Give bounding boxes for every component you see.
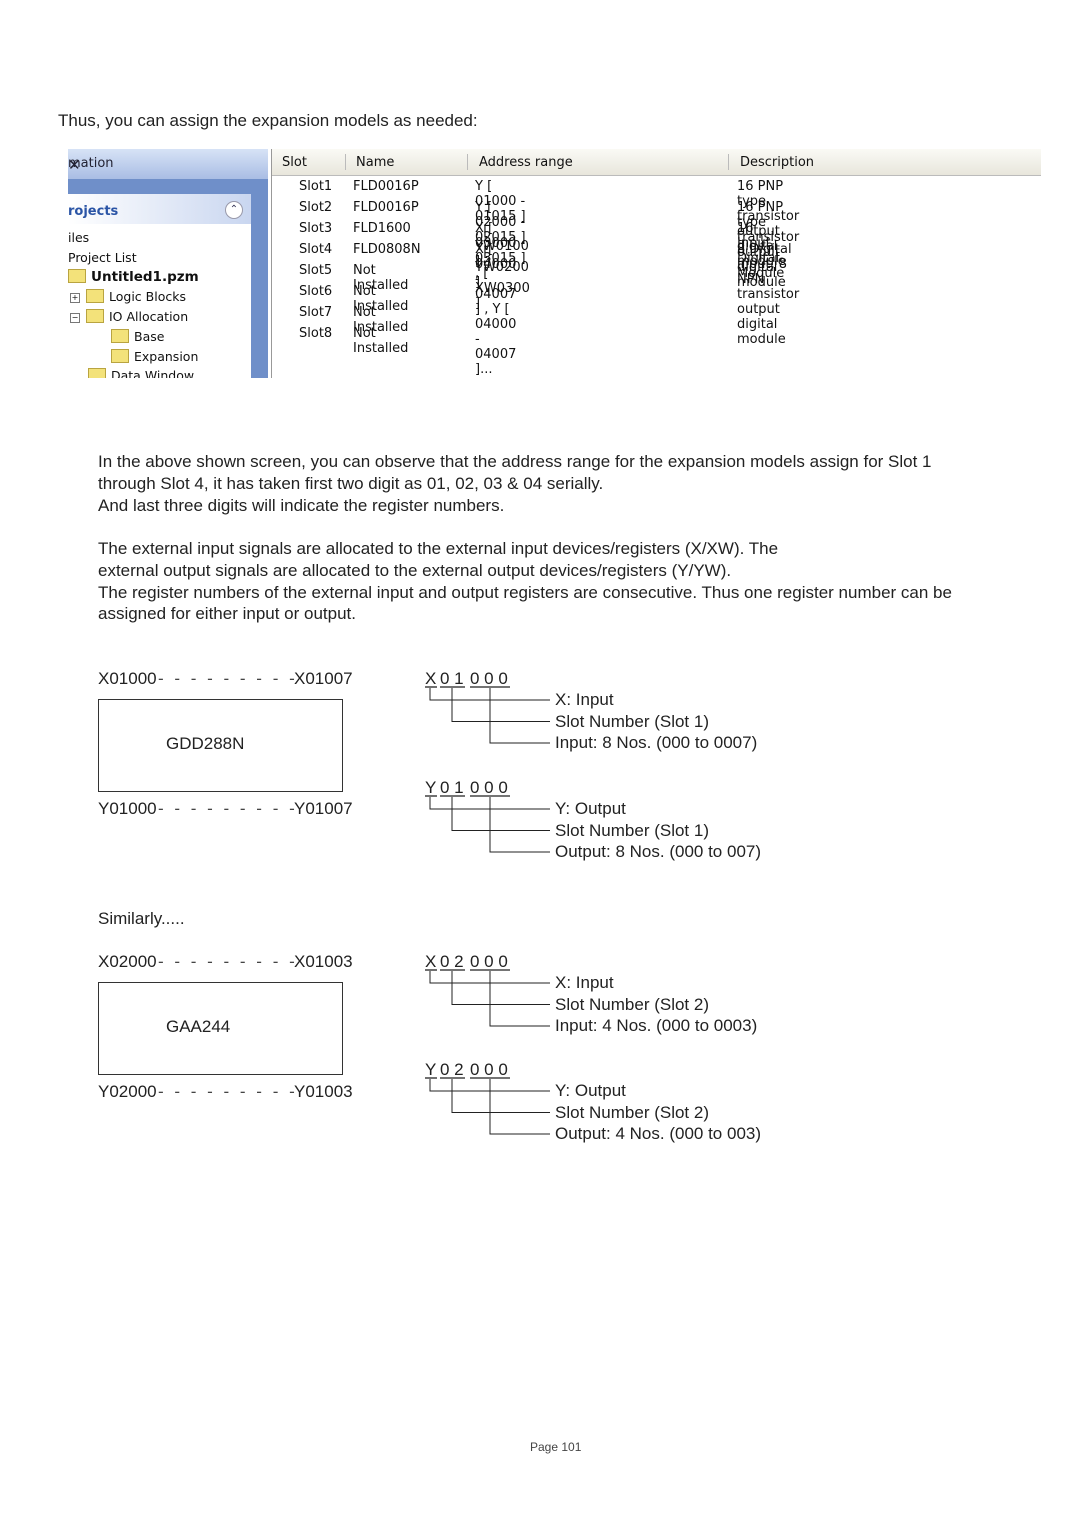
paragraph: The register numbers of the external inp…	[98, 583, 952, 602]
code-label: Input: 4 Nos. (000 to 0003)	[555, 1016, 758, 1035]
code-label: X: Input	[555, 973, 614, 992]
code-label: Slot Number (Slot 1)	[555, 711, 709, 731]
column-name[interactable]: Name	[356, 155, 394, 170]
open-folder-icon	[111, 349, 129, 363]
name-cell: FLD0016P	[353, 179, 419, 194]
code-segment: 0 0 0	[470, 1060, 508, 1079]
expand-icon[interactable]: +	[70, 293, 80, 303]
slot-table: Slot Name Address range Description Slot…	[271, 149, 1041, 378]
top-right-address: X01003	[294, 952, 353, 971]
code-label: Output: 4 Nos. (000 to 003)	[555, 1124, 762, 1143]
address-cell: X [ 04000 - 04007 ] , Y [ 04000 - 04007 …	[475, 242, 517, 377]
code-segment: 0 1	[440, 778, 464, 797]
slot-cell: Slot3	[299, 221, 333, 236]
projects-title: rojects	[68, 204, 119, 219]
top-left-address: X02000	[98, 952, 157, 971]
name-cell: Not Installed	[353, 326, 409, 356]
code-segment: 0 2	[440, 952, 464, 971]
code-segment: 0 1	[440, 669, 464, 688]
folder-icon	[68, 269, 86, 283]
folder-icon	[88, 368, 106, 378]
code-segment: 0 0 0	[470, 778, 508, 797]
code-segment: 0 2	[440, 1060, 464, 1079]
dash-separator: - - - - - - - - -	[158, 799, 298, 818]
paragraph: external output signals are allocated to…	[98, 561, 732, 580]
top-right-address: X01007	[294, 669, 353, 688]
document-page: Thus, you can assign the expansion model…	[0, 0, 1080, 1525]
code-segment: Y	[425, 778, 437, 797]
bottom-left-address: Y02000	[98, 1082, 157, 1101]
bottom-left-address: Y01000	[98, 799, 157, 818]
code-label: Slot Number (Slot 2)	[555, 1102, 709, 1122]
slot-cell: Slot6	[299, 284, 333, 299]
code-label: Input: 8 Nos. (000 to 0007)	[555, 733, 758, 752]
paragraph: through Slot 4, it has taken first two d…	[98, 474, 604, 493]
name-cell: FLD0808N	[353, 242, 421, 257]
code-label: X: Input	[555, 690, 614, 709]
column-address-range[interactable]: Address range	[479, 155, 573, 170]
code-label: Y: Output	[555, 1081, 626, 1100]
close-icon[interactable]: ✕	[68, 156, 81, 174]
slot-cell: Slot4	[299, 242, 333, 257]
intro-text: Thus, you can assign the expansion model…	[58, 111, 478, 130]
paragraph: The external input signals are allocated…	[98, 539, 779, 558]
collapse-icon[interactable]: ⌃	[225, 201, 243, 219]
module-name: GAA244	[166, 1017, 231, 1036]
dash-separator: - - - - - - - - -	[158, 669, 298, 688]
top-left-address: X01000	[98, 669, 157, 688]
tree-item-logic-blocks[interactable]: + Logic Blocks	[70, 289, 186, 304]
slot-cell: Slot1	[299, 179, 333, 194]
column-description[interactable]: Description	[740, 155, 814, 170]
code-segment: 0 0 0	[470, 669, 508, 688]
code-label: Slot Number (Slot 2)	[555, 994, 709, 1014]
folder-icon	[86, 309, 104, 323]
tree-item-base[interactable]: Base	[111, 329, 164, 344]
dash-separator: - - - - - - - - -	[158, 952, 298, 971]
slot-cell: Slot2	[299, 200, 333, 215]
module-box: GDD288N	[98, 699, 343, 792]
code-label: Output: 8 Nos. (000 to 007)	[555, 842, 762, 861]
code-label: Slot Number (Slot 1)	[555, 820, 709, 840]
name-cell: FLD1600	[353, 221, 411, 236]
similarly-text: Similarly.....	[98, 909, 185, 928]
dash-separator: - - - - - - - - -	[158, 1082, 298, 1101]
tree-item-files[interactable]: iles	[68, 230, 89, 245]
code-label: Y: Output	[555, 799, 626, 818]
slot-cell: Slot5	[299, 263, 333, 278]
page-number: Page 101	[530, 1440, 582, 1454]
code-segment: X	[425, 952, 437, 971]
tree-item-expansion[interactable]: Expansion	[111, 349, 198, 364]
bottom-right-address: Y01007	[294, 799, 353, 818]
paragraph: assigned for either input or output.	[98, 604, 356, 623]
collapse-tree-icon[interactable]: −	[70, 313, 80, 323]
code-segment: X	[425, 669, 437, 688]
module-name: GDD288N	[166, 734, 245, 753]
tree-item-project-list[interactable]: Project List	[68, 250, 137, 265]
paragraph: And last three digits will indicate the …	[98, 496, 505, 515]
code-segment: Y	[425, 1060, 437, 1079]
slot-cell: Slot8	[299, 326, 333, 341]
io-allocation-screenshot: mation ✕ rojects ⌃ iles Project List Unti…	[68, 149, 1041, 378]
folder-icon	[86, 289, 104, 303]
tree-item-io-allocation[interactable]: − IO Allocation	[70, 309, 188, 324]
tree-item-data-window[interactable]: Data Window	[88, 368, 194, 378]
folder-icon	[111, 329, 129, 343]
tree-item-project[interactable]: Untitled1.pzm	[68, 269, 199, 285]
name-cell: FLD0016P	[353, 200, 419, 215]
bottom-right-address: Y01003	[294, 1082, 353, 1101]
description-cell: 8 Digital input, 8 NPN transistor output…	[737, 242, 800, 347]
paragraph: In the above shown screen, you can obser…	[98, 452, 932, 471]
table-header: Slot Name Address range Description	[272, 149, 1041, 176]
slot-cell: Slot7	[299, 305, 333, 320]
module-box: GAA244	[98, 982, 343, 1075]
code-segment: 0 0 0	[470, 952, 508, 971]
project-panel: mation ✕ rojects ⌃ iles Project List Unti…	[68, 149, 268, 378]
column-slot[interactable]: Slot	[282, 155, 307, 170]
